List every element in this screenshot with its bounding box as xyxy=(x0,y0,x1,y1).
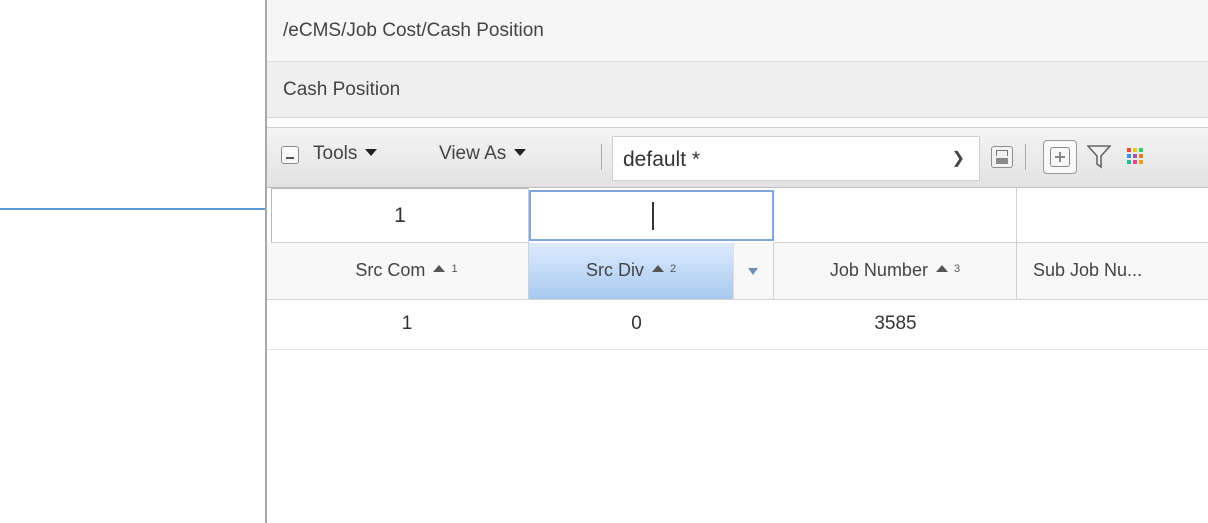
sort-order: 2 xyxy=(669,263,677,275)
cell-src-com: 1 xyxy=(401,313,413,334)
view-as-menu[interactable]: View As xyxy=(439,143,527,165)
cell-job-number: 3585 xyxy=(874,313,917,334)
sort-order: 3 xyxy=(953,263,961,275)
annotation-arrow xyxy=(0,208,300,210)
toolbar-divider xyxy=(1025,144,1026,170)
breadcrumb: /eCMS/Job Cost/Cash Position xyxy=(267,0,1208,62)
tools-menu-label: Tools xyxy=(313,143,358,164)
collapse-icon[interactable] xyxy=(281,146,299,164)
text-cursor xyxy=(652,202,654,230)
sub-job-filter-input[interactable] xyxy=(1017,188,1208,243)
tools-menu[interactable]: Tools xyxy=(313,143,378,165)
column-header-job-number[interactable]: Job Number 3 xyxy=(774,243,1017,299)
src-div-filter-input[interactable] xyxy=(529,190,774,241)
header-row: Src Com 1 Src Div 2 Job Number 3 Sub Job Nu… xyxy=(267,243,1208,300)
job-number-filter-input[interactable] xyxy=(774,188,1017,243)
sort-order: 1 xyxy=(451,263,458,275)
grid-toolbar: Tools View As default * ❯ xyxy=(267,127,1208,188)
filter-icon[interactable] xyxy=(1087,144,1111,170)
add-row-icon[interactable] xyxy=(1043,140,1077,174)
cell-sub-job-number xyxy=(1017,299,1208,349)
chevron-down-icon: ❯ xyxy=(951,150,965,167)
column-header-src-com[interactable]: Src Com 1 xyxy=(285,243,529,299)
filter-row: 1 xyxy=(267,188,1208,243)
sort-ascending-icon xyxy=(935,265,948,272)
view-as-menu-label: View As xyxy=(439,143,507,164)
column-header-label: Job Number xyxy=(829,260,928,280)
column-header-src-div[interactable]: Src Div 2 xyxy=(529,243,774,299)
column-header-label: Src Div xyxy=(585,260,644,280)
column-header-sub-job-number[interactable]: Sub Job Nu... xyxy=(1017,243,1208,299)
sort-ascending-icon xyxy=(433,265,446,272)
cash-position-panel: /eCMS/Job Cost/Cash Position Cash Positi… xyxy=(265,0,1208,523)
panel-title: Cash Position xyxy=(267,62,1208,118)
toolbar-divider xyxy=(601,144,602,170)
caret-down-icon xyxy=(514,149,527,156)
table-row[interactable]: 1 0 3585 xyxy=(267,299,1208,350)
column-header-label: Sub Job Nu... xyxy=(1033,260,1143,280)
column-header-label: Src Com xyxy=(355,260,426,280)
color-grid-icon[interactable] xyxy=(1127,148,1143,164)
column-menu-icon[interactable] xyxy=(733,243,773,299)
save-view-icon[interactable] xyxy=(991,146,1013,168)
caret-down-icon xyxy=(365,149,378,156)
filter-row-number: 1 xyxy=(271,188,529,243)
view-select-value: default * xyxy=(623,148,701,171)
view-select[interactable]: default * ❯ xyxy=(612,136,980,181)
cell-src-div: 0 xyxy=(631,313,642,334)
add-icon-inner xyxy=(1050,147,1070,167)
sort-ascending-icon xyxy=(651,265,664,272)
